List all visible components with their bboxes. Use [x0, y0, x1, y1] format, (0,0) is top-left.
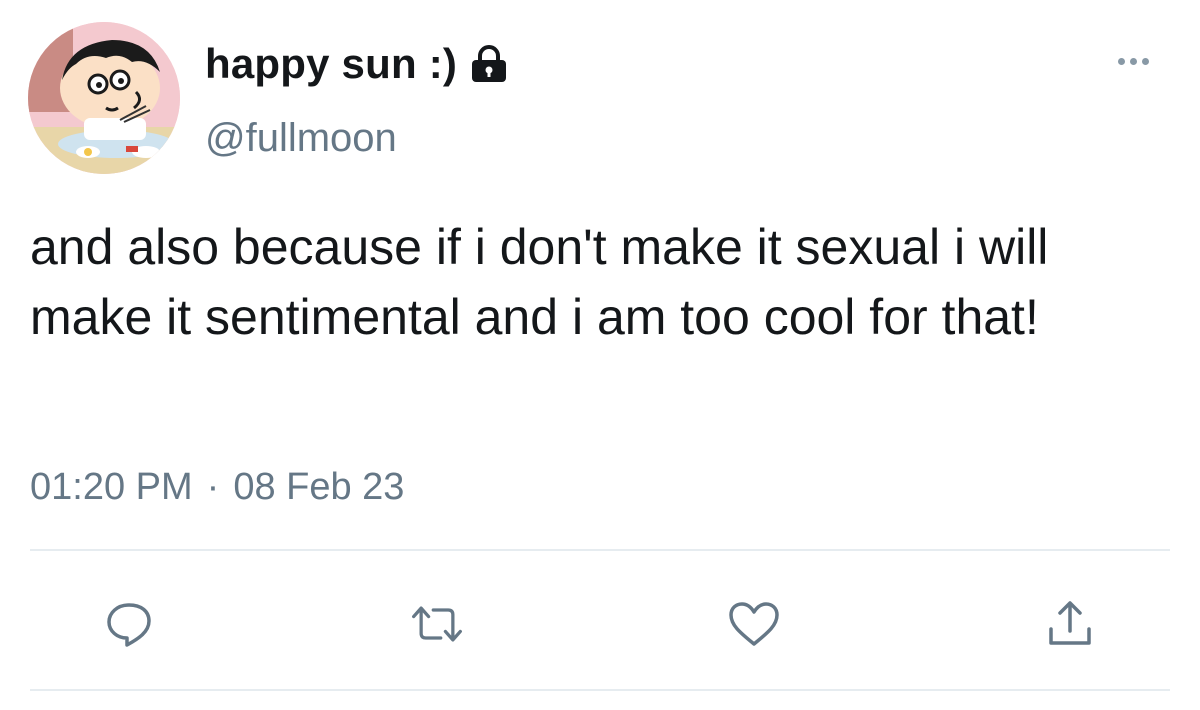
like-button[interactable] — [726, 596, 782, 652]
tweet-time: 01:20 PM — [30, 466, 193, 508]
display-name[interactable]: happy sun :) — [205, 40, 457, 88]
more-options-icon[interactable] — [1118, 58, 1149, 65]
retweet-icon — [412, 606, 462, 642]
divider — [30, 549, 1170, 551]
user-handle[interactable]: @fullmoon — [205, 116, 397, 161]
tweet-text: and also because if i don't make it sexu… — [30, 219, 1049, 345]
avatar[interactable] — [28, 22, 180, 174]
share-icon — [1049, 601, 1091, 645]
user-name-row: happy sun :) — [205, 40, 509, 88]
tweet-card: happy sun :) @fullmoon and also because … — [0, 0, 1200, 710]
avatar-image — [28, 22, 180, 174]
reply-icon — [107, 603, 151, 647]
like-icon — [729, 602, 779, 646]
reply-button[interactable] — [101, 596, 157, 652]
tweet-timestamp[interactable]: 01:20 PM · 08 Feb 23 — [30, 466, 404, 509]
divider — [30, 689, 1170, 691]
share-button[interactable] — [1042, 596, 1098, 652]
tweet-date: 08 Feb 23 — [233, 466, 405, 508]
retweet-button[interactable] — [409, 596, 465, 652]
meta-separator: · — [206, 466, 220, 508]
lock-icon — [469, 45, 509, 83]
